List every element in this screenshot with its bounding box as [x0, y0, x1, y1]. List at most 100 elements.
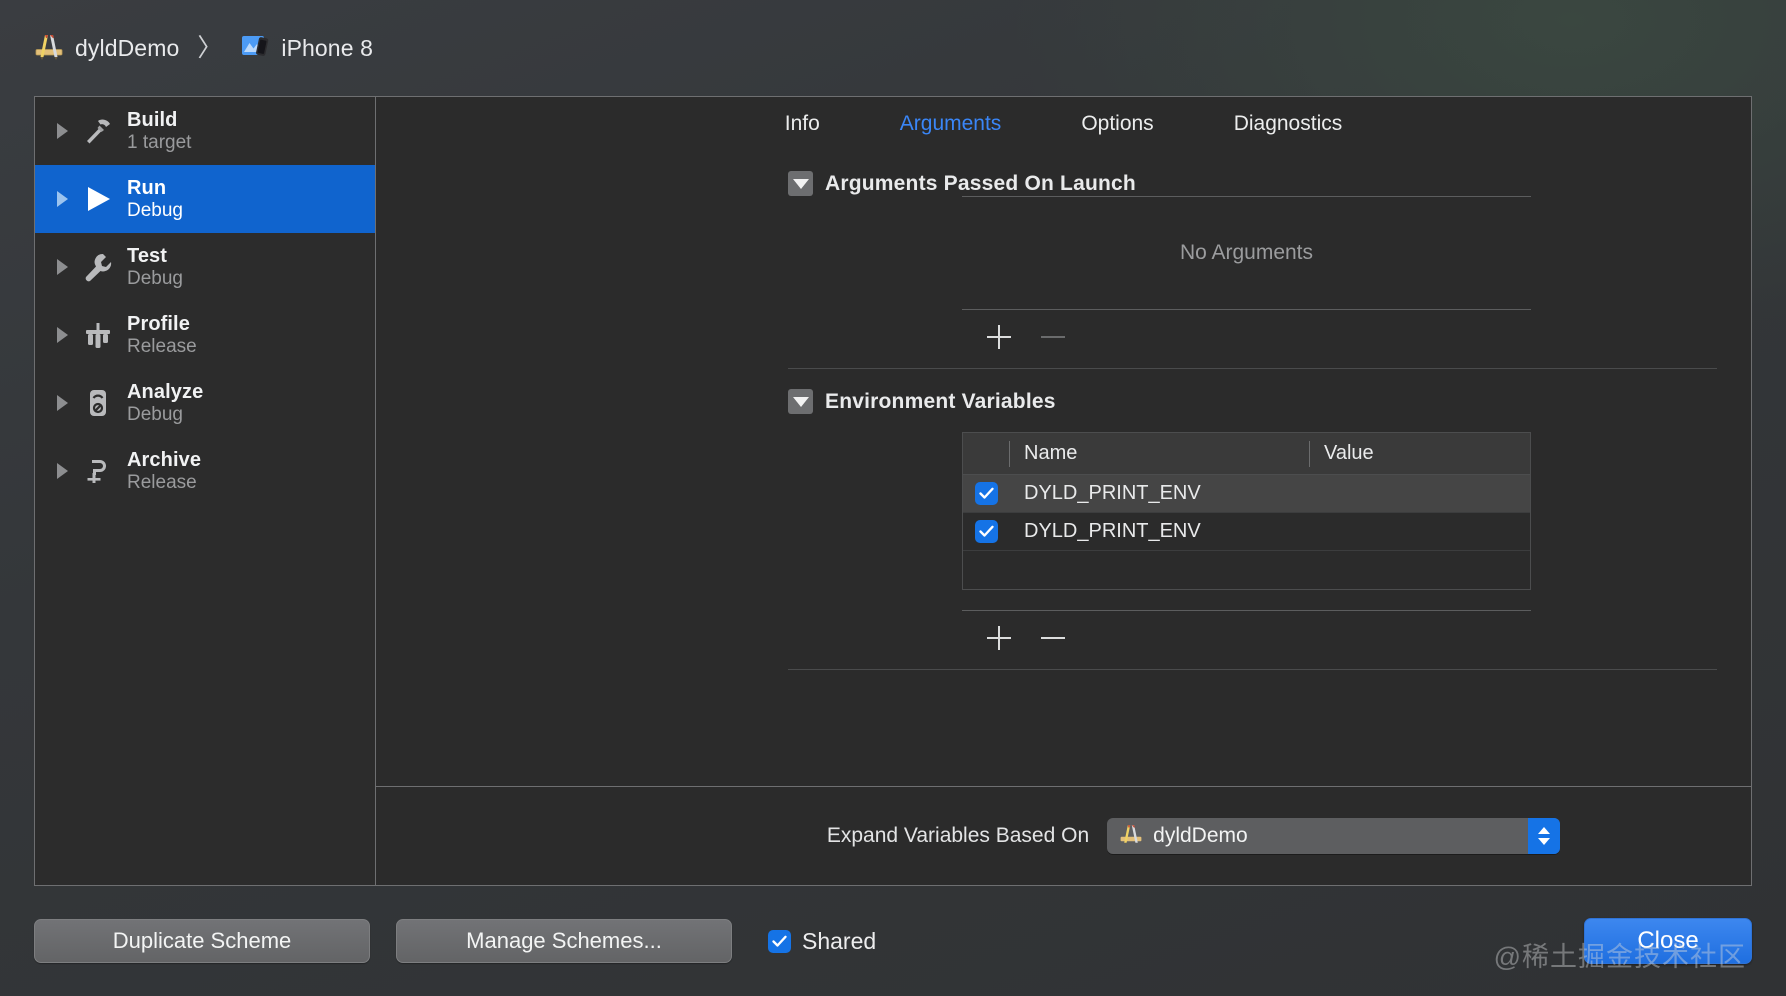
- sidebar-item-build-sub: 1 target: [127, 132, 192, 154]
- breadcrumb-destination-label: iPhone 8: [281, 34, 373, 61]
- sidebar-item-test[interactable]: Test Debug: [35, 233, 375, 301]
- disclosure-triangle-icon[interactable]: [49, 463, 75, 479]
- duplicate-scheme-button[interactable]: Duplicate Scheme: [34, 919, 370, 963]
- column-header-value-label: Value: [1324, 442, 1374, 464]
- editor-panel: Build 1 target Run Debug Test Debug Prof…: [34, 96, 1752, 886]
- breadcrumb: dyldDemo 〉 iPhone 8: [0, 0, 1786, 96]
- section-divider: [788, 669, 1717, 670]
- environment-controls: [962, 611, 1531, 665]
- disclosure-triangle-icon[interactable]: [49, 327, 75, 343]
- table-row[interactable]: DYLD_PRINT_ENV: [963, 475, 1530, 513]
- editor-body: Build 1 target Run Debug Test Debug Prof…: [0, 96, 1786, 886]
- sidebar-item-run-text: Run Debug: [121, 177, 183, 222]
- sidebar-item-archive[interactable]: Archive Release: [35, 437, 375, 505]
- remove-argument-button[interactable]: [1040, 324, 1066, 350]
- table-empty-space: [963, 551, 1530, 589]
- sidebar-item-profile-name: Profile: [127, 312, 190, 335]
- disclosure-triangle-icon[interactable]: [49, 191, 75, 207]
- tab-diagnostics[interactable]: Diagnostics: [1194, 112, 1383, 136]
- play-icon: [77, 182, 119, 216]
- chevron-down-icon[interactable]: [788, 171, 813, 196]
- arguments-controls: [962, 310, 1531, 364]
- environment-section-header: Environment Variables: [376, 389, 1751, 414]
- breadcrumb-separator-icon: 〉: [197, 33, 223, 62]
- disclosure-triangle-icon[interactable]: [49, 123, 75, 139]
- sidebar-item-archive-name: Archive: [127, 448, 202, 471]
- shared-checkbox[interactable]: [768, 929, 791, 953]
- column-separator: [1009, 440, 1010, 467]
- table-row[interactable]: DYLD_PRINT_ENV: [963, 513, 1530, 551]
- breadcrumb-scheme[interactable]: dyldDemo: [34, 31, 179, 66]
- sidebar-item-profile-sub: Release: [127, 336, 197, 358]
- tab-bar: Info Arguments Options Diagnostics: [376, 97, 1751, 151]
- sidebar-item-test-name: Test: [127, 244, 168, 267]
- disclosure-triangle-icon[interactable]: [49, 395, 75, 411]
- row-checkbox-cell: [963, 520, 1009, 543]
- sidebar-item-test-text: Test Debug: [121, 245, 183, 290]
- disclosure-triangle-icon[interactable]: [49, 259, 75, 275]
- sidebar-item-build-text: Build 1 target: [121, 109, 191, 154]
- environment-variable-name: DYLD_PRINT_ENV: [1024, 482, 1201, 504]
- action-detail-pane: Info Arguments Options Diagnostics Argum…: [376, 97, 1751, 885]
- tab-options[interactable]: Options: [1041, 112, 1193, 136]
- environment-variable-name: DYLD_PRINT_ENV: [1024, 520, 1201, 542]
- environment-variable-checkbox[interactable]: [974, 482, 998, 505]
- shared-checkbox-group[interactable]: Shared: [768, 928, 876, 955]
- sidebar-item-archive-text: Archive Release: [121, 449, 201, 494]
- shared-label: Shared: [802, 927, 877, 954]
- expand-variables-popup-button[interactable]: dyldDemo: [1107, 818, 1561, 854]
- gauge-icon: [77, 318, 119, 352]
- sidebar-item-archive-sub: Release: [127, 472, 197, 494]
- environment-variable-checkbox[interactable]: [974, 520, 998, 543]
- row-name-cell[interactable]: DYLD_PRINT_ENV: [1009, 520, 1309, 543]
- arguments-section-header: Arguments Passed On Launch: [376, 171, 1751, 196]
- scheme-action-list: Build 1 target Run Debug Test Debug Prof…: [35, 97, 376, 885]
- sidebar-item-build[interactable]: Build 1 target: [35, 97, 375, 165]
- chevron-down-icon[interactable]: [788, 389, 813, 414]
- sidebar-item-run[interactable]: Run Debug: [35, 165, 375, 233]
- simulator-icon: [240, 31, 270, 66]
- sidebar-item-run-name: Run: [127, 176, 167, 199]
- add-environment-variable-button[interactable]: [986, 625, 1012, 651]
- footer-bar: Duplicate Scheme Manage Schemes... Share…: [0, 886, 1786, 996]
- arguments-pane: Arguments Passed On Launch No Arguments: [376, 151, 1751, 786]
- breadcrumb-scheme-label: dyldDemo: [75, 34, 180, 61]
- sidebar-item-profile[interactable]: Profile Release: [35, 301, 375, 369]
- arguments-section-title: Arguments Passed On Launch: [825, 171, 1136, 195]
- analyze-icon: [77, 386, 119, 420]
- column-header-name-label: Name: [1024, 442, 1078, 464]
- wrench-icon: [77, 250, 119, 284]
- sidebar-item-build-name: Build: [127, 108, 178, 131]
- environment-variables-table-wrap: Name Value DYLD_PRINT_ENV DYLD_PRINT_ENV: [376, 432, 1751, 665]
- expand-variables-selected-value: dyldDemo: [1153, 824, 1248, 847]
- sidebar-item-analyze-sub: Debug: [127, 404, 183, 426]
- hammer-icon: [77, 114, 119, 148]
- breadcrumb-destination[interactable]: iPhone 8: [240, 31, 373, 66]
- expand-variables-row: Expand Variables Based On dyldDemo: [376, 787, 1751, 885]
- expand-variables-label: Expand Variables Based On: [826, 824, 1090, 847]
- add-argument-button[interactable]: [986, 324, 1012, 350]
- sidebar-item-analyze[interactable]: Analyze Debug: [35, 369, 375, 437]
- tab-info[interactable]: Info: [745, 112, 860, 136]
- sidebar-item-run-sub: Debug: [127, 200, 183, 222]
- clamp-icon: [77, 454, 119, 488]
- arguments-list: No Arguments: [376, 196, 1751, 364]
- column-header-value[interactable]: Value: [1309, 440, 1530, 467]
- section-divider: [788, 368, 1717, 369]
- column-header-name[interactable]: Name: [1009, 440, 1309, 467]
- sidebar-item-test-sub: Debug: [127, 268, 183, 290]
- xcode-app-icon: [34, 31, 64, 66]
- manage-schemes-button[interactable]: Manage Schemes...: [396, 919, 732, 963]
- remove-environment-variable-button[interactable]: [1040, 625, 1066, 651]
- close-button[interactable]: Close: [1584, 918, 1752, 964]
- row-name-cell[interactable]: DYLD_PRINT_ENV: [1009, 482, 1309, 505]
- row-checkbox-cell: [963, 482, 1009, 505]
- xcode-app-icon: [1119, 822, 1143, 851]
- environment-variables-table: Name Value DYLD_PRINT_ENV DYLD_PRINT_ENV: [962, 432, 1531, 590]
- table-header-row: Name Value: [963, 433, 1530, 475]
- chevron-up-down-icon[interactable]: [1528, 818, 1561, 854]
- environment-section-title: Environment Variables: [825, 389, 1056, 413]
- column-separator: [1309, 440, 1310, 467]
- tab-arguments[interactable]: Arguments: [860, 112, 1042, 136]
- sidebar-item-profile-text: Profile Release: [121, 313, 197, 358]
